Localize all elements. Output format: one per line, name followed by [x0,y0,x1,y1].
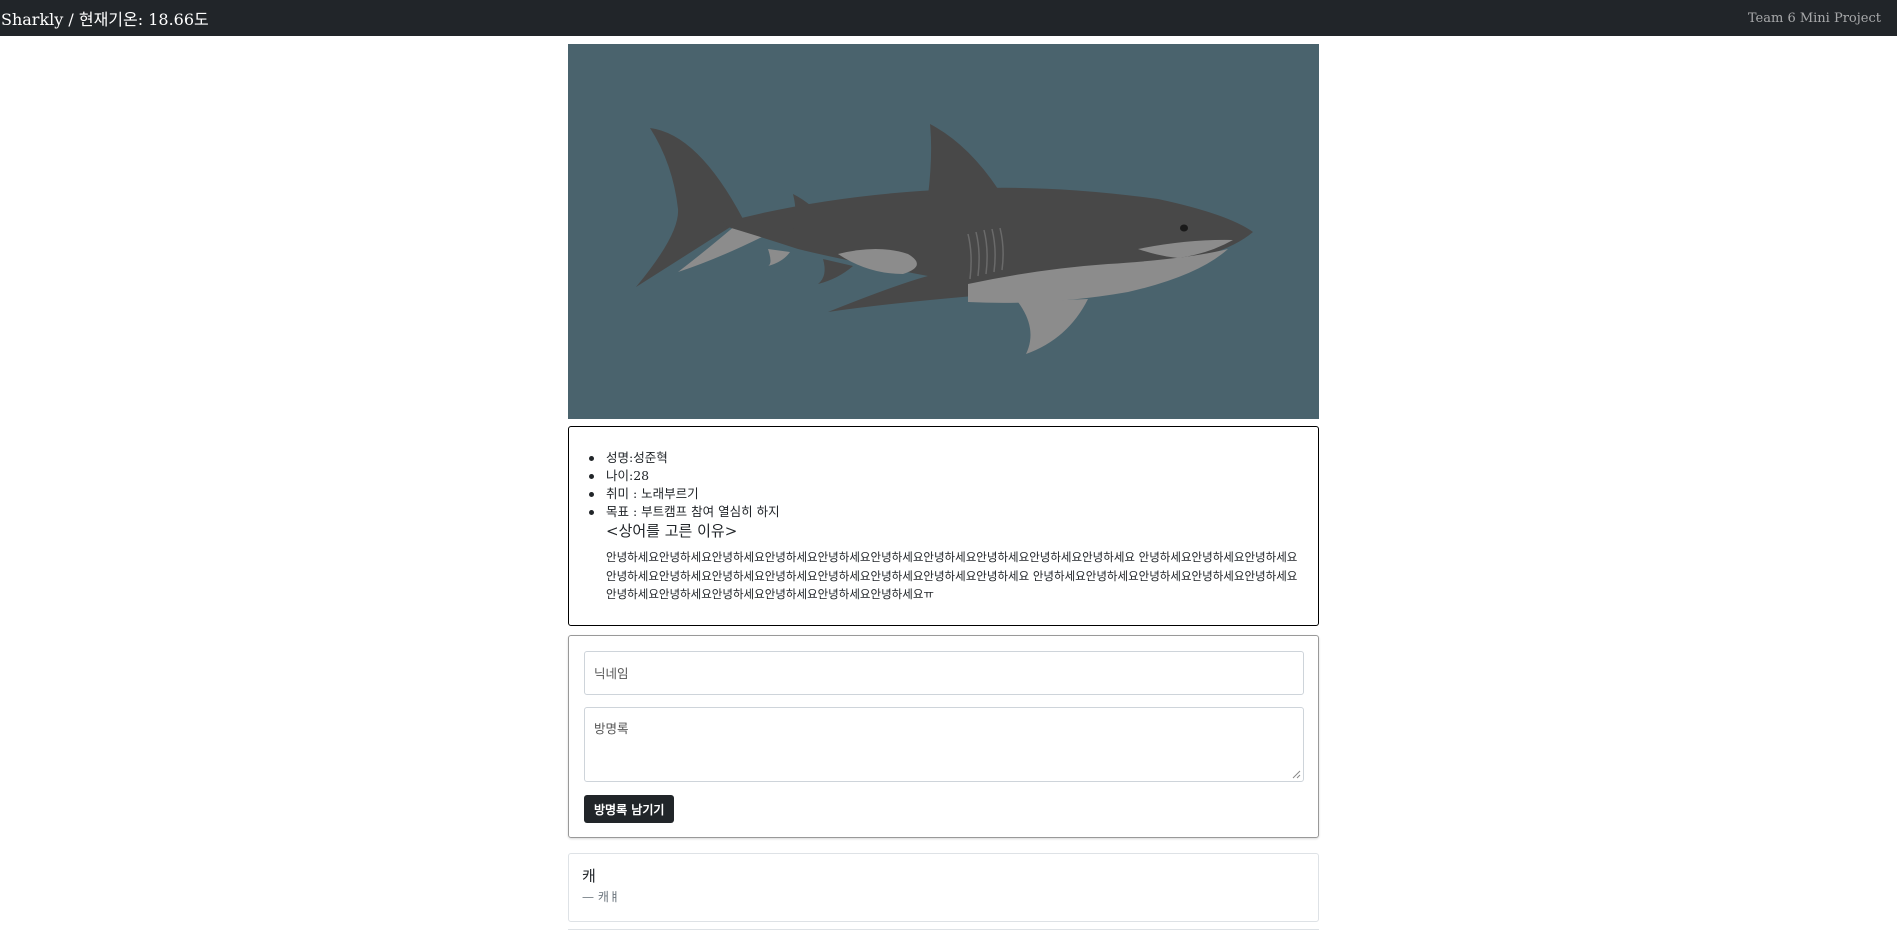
navbar: Sharkly / 현재기온: 18.66도 Team 6 Mini Proje… [0,0,1897,36]
navbar-project-label: Team 6 Mini Project [1747,10,1881,26]
reason-title: <상어를 고른 이유> [606,522,738,540]
submit-guestbook-button[interactable]: 방명록 남기기 [584,795,675,823]
guestbook-form: 닉네임 방명록 방명록 남기기 [568,635,1319,838]
profile-item-goal: 목표 : 부트캠프 참여 열심히 하지 [589,503,1304,521]
navbar-brand[interactable]: Sharkly / 현재기온: 18.66도 [1,6,209,30]
shark-icon [568,44,1319,419]
comment-card-next [568,929,1319,940]
nickname-input[interactable]: 닉네임 [584,651,1304,695]
profile-item-hobby: 취미 : 노래부르기 [589,485,1304,503]
reason-body: 안녕하세요안녕하세요안녕하세요안녕하세요안녕하세요안녕하세요안녕하세요안녕하세요… [606,550,1298,601]
hero-image [568,44,1319,419]
guestbook-placeholder: 방명록 [594,721,629,736]
nickname-placeholder: 닉네임 [594,666,629,681]
profile-item-age: 나이:28 [589,467,1304,485]
guestbook-textarea[interactable]: 방명록 [584,707,1304,782]
comment-card: 캐 — 캐ㅒ [568,853,1319,922]
profile-item-name: 성명:성준혁 [589,449,1304,467]
resize-grip-icon[interactable] [1292,770,1301,779]
profile-list: 성명:성준혁 나이:28 취미 : 노래부르기 목표 : 부트캠프 참여 열심히… [589,449,1304,521]
profile-card: 성명:성준혁 나이:28 취미 : 노래부르기 목표 : 부트캠프 참여 열심히… [568,426,1319,626]
main-container: 성명:성준혁 나이:28 취미 : 노래부르기 목표 : 부트캠프 참여 열심히… [568,44,1319,940]
comment-author: 캐 [582,867,596,885]
comment-text: — 캐ㅒ [582,890,620,904]
